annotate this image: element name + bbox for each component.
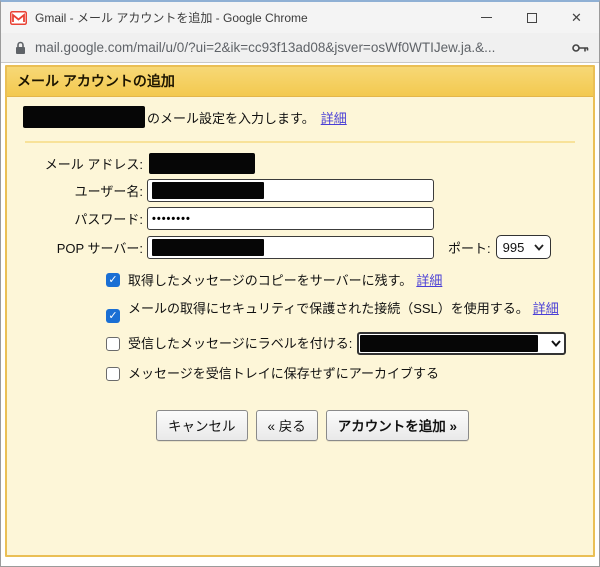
pop-server-row: POP サーバー: ポート: 995 (23, 235, 577, 259)
gmail-logo-icon (10, 11, 27, 25)
apply-label-label: 受信したメッセージにラベルを付ける: (128, 334, 352, 353)
url-text[interactable]: mail.google.com/mail/u/0/?ui=2&ik=cc93f1… (35, 40, 564, 55)
password-dots: •••••••• (152, 213, 191, 225)
archive-row: メッセージを受信トレイに保存せずにアーカイブする (106, 364, 575, 383)
pop-server-input[interactable] (147, 236, 434, 259)
leave-copy-details-link[interactable]: 詳細 (416, 273, 442, 288)
intro-line: のメール設定を入力します。 詳細 (7, 97, 593, 138)
account-form: メール アドレス: ユーザー名: パスワード: •••••••• POP (7, 153, 593, 259)
ssl-details-link[interactable]: 詳細 (533, 301, 559, 316)
key-icon[interactable] (572, 43, 589, 53)
dialog-buttons: キャンセル « 戻る アカウントを追加 » (156, 410, 593, 441)
username-input[interactable] (147, 179, 434, 202)
close-button[interactable]: ✕ (554, 2, 599, 33)
username-label: ユーザー名: (23, 181, 147, 200)
window-title: Gmail - メール アカウントを追加 - Google Chrome (35, 9, 464, 26)
add-account-button[interactable]: アカウントを追加 » (326, 410, 469, 441)
window-controls: ✕ (464, 2, 599, 33)
email-row: メール アドレス: (23, 153, 577, 174)
maximize-icon (527, 13, 537, 23)
intro-details-link[interactable]: 詳細 (321, 108, 347, 127)
close-icon: ✕ (571, 11, 582, 24)
redacted-email-value (149, 153, 255, 174)
address-bar[interactable]: mail.google.com/mail/u/0/?ui=2&ik=cc93f1… (1, 33, 599, 63)
redacted-pop-server-value (152, 239, 264, 256)
back-button[interactable]: « 戻る (256, 410, 318, 441)
add-mail-account-dialog: メール アカウントの追加 のメール設定を入力します。 詳細 メール アドレス: … (5, 65, 595, 557)
redacted-email-address (23, 106, 145, 128)
minimize-button[interactable] (464, 2, 509, 33)
intro-text: のメール設定を入力します。 (147, 108, 315, 127)
redacted-label-value (360, 335, 538, 352)
port-select[interactable]: 995 (496, 235, 551, 259)
ssl-row: ✓ メールの取得にセキュリティで保護された接続（SSL）を使用する。詳細 (106, 299, 575, 323)
browser-popup-window: Gmail - メール アカウントを追加 - Google Chrome ✕ m… (0, 0, 600, 567)
password-label: パスワード: (23, 209, 147, 228)
minimize-icon (481, 17, 492, 18)
archive-label: メッセージを受信トレイに保存せずにアーカイブする (128, 364, 439, 383)
maximize-button[interactable] (509, 2, 554, 33)
email-label: メール アドレス: (23, 154, 147, 173)
window-titlebar: Gmail - メール アカウントを追加 - Google Chrome ✕ (1, 2, 599, 33)
ssl-checkbox[interactable]: ✓ (106, 309, 120, 323)
pop-server-label: POP サーバー: (23, 238, 147, 257)
redacted-username-value (152, 182, 264, 199)
password-input[interactable]: •••••••• (147, 207, 434, 230)
port-value: 995 (503, 240, 525, 255)
chevron-down-icon (534, 244, 544, 251)
label-select[interactable] (357, 332, 566, 355)
separator-line (25, 141, 575, 143)
port-label: ポート: (448, 238, 491, 257)
leave-copy-row: ✓ 取得したメッセージのコピーをサーバーに残す。詳細 (106, 271, 575, 290)
chevron-down-icon (551, 340, 561, 347)
cancel-button[interactable]: キャンセル (156, 410, 248, 441)
dialog-title: メール アカウントの追加 (7, 67, 593, 97)
leave-copy-checkbox[interactable]: ✓ (106, 273, 120, 287)
page-background: メール アカウントの追加 のメール設定を入力します。 詳細 メール アドレス: … (1, 63, 599, 566)
username-row: ユーザー名: (23, 179, 577, 202)
ssl-label: メールの取得にセキュリティで保護された接続（SSL）を使用する。詳細 (128, 299, 559, 318)
archive-checkbox[interactable] (106, 367, 120, 381)
label-row: 受信したメッセージにラベルを付ける: (106, 332, 575, 355)
leave-copy-label: 取得したメッセージのコピーをサーバーに残す。詳細 (128, 271, 442, 290)
lock-icon[interactable] (15, 41, 26, 55)
options-section: ✓ 取得したメッセージのコピーをサーバーに残す。詳細 ✓ メールの取得にセキュリ… (106, 271, 575, 383)
apply-label-checkbox[interactable] (106, 337, 120, 351)
password-row: パスワード: •••••••• (23, 207, 577, 230)
